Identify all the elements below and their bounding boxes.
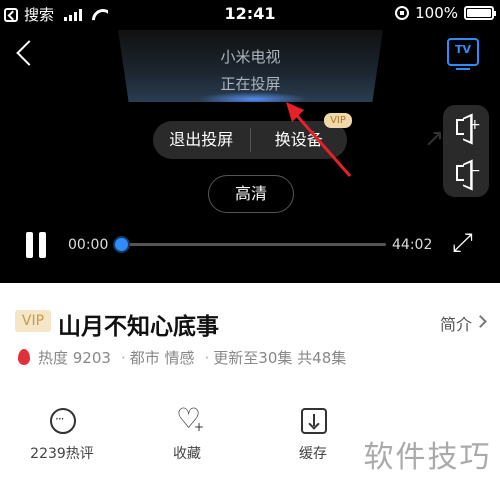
download-label: 缓存 xyxy=(299,446,327,462)
pause-icon[interactable] xyxy=(24,232,48,258)
status-bar: 搜索 12:41 100% xyxy=(0,0,500,28)
share-icon[interactable]: ↗ xyxy=(424,124,444,152)
speaker-icon xyxy=(456,119,464,135)
volume-up-button[interactable]: + xyxy=(443,105,489,151)
battery-icon xyxy=(464,6,496,20)
cast-device-name: 小米电视 xyxy=(220,48,281,66)
download-vip-tag: VIP xyxy=(324,113,352,128)
volume-controls: + − xyxy=(443,105,489,197)
current-time: 00:00 xyxy=(68,237,109,253)
battery-percent: 100% xyxy=(415,4,458,22)
tv-icon[interactable]: TV xyxy=(447,38,479,70)
show-meta: 热度 9203 · 都市 情感 · 更新至30集 共48集 xyxy=(38,349,347,367)
volume-down-button[interactable]: − xyxy=(443,151,489,197)
quality-button[interactable]: 高清 xyxy=(208,175,294,213)
total-time: 44:02 xyxy=(392,237,433,253)
rotation-lock-icon xyxy=(395,6,410,20)
genre-tags: 都市 情感 xyxy=(129,349,195,367)
vip-badge: VIP xyxy=(15,310,51,332)
comments-label: 2239热评 xyxy=(30,446,94,462)
heart-add-icon: ♡ + xyxy=(176,402,205,435)
volume-up-symbol: + xyxy=(469,117,481,133)
favorite-label: 收藏 xyxy=(173,446,201,462)
intro-link[interactable]: 简介 xyxy=(440,311,472,335)
comment-icon xyxy=(50,408,76,434)
progress-thumb[interactable] xyxy=(113,236,130,253)
exit-cast-button[interactable]: 退出投屏 xyxy=(153,121,250,159)
update-info: 更新至30集 共48集 xyxy=(213,349,347,367)
chevron-right-icon[interactable] xyxy=(474,315,487,328)
flame-icon xyxy=(18,349,30,365)
cast-status: 正在投屏 xyxy=(220,75,281,93)
volume-down-symbol: − xyxy=(469,163,481,179)
speaker-icon xyxy=(456,165,464,181)
watermark: 软件技巧 xyxy=(355,432,500,492)
show-title: 山月不知心底事 xyxy=(58,314,219,340)
heat-value: 热度 9203 xyxy=(38,349,111,367)
download-icon xyxy=(301,408,327,434)
cast-actions: 退出投屏 换设备 xyxy=(153,121,347,159)
fullscreen-icon[interactable] xyxy=(452,228,478,259)
progress-track[interactable] xyxy=(116,243,386,246)
back-icon[interactable] xyxy=(14,42,36,64)
